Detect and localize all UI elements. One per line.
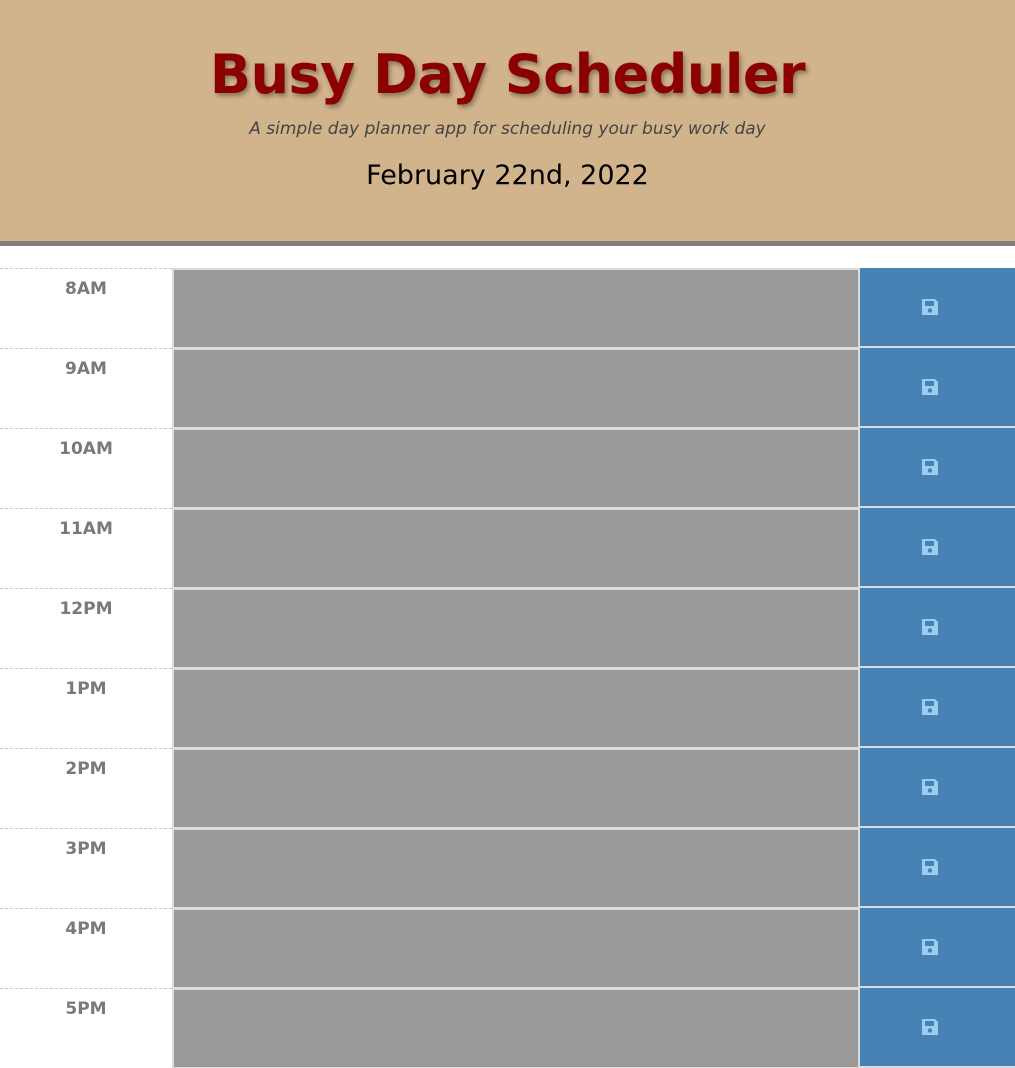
floppy-disk-icon: [922, 619, 938, 635]
event-description-input[interactable]: [172, 668, 860, 748]
floppy-disk-icon: [922, 379, 938, 395]
save-button[interactable]: [860, 428, 1015, 508]
save-button[interactable]: [860, 828, 1015, 908]
save-button[interactable]: [860, 348, 1015, 428]
page-subtitle: A simple day planner app for scheduling …: [249, 119, 766, 139]
hour-label: 1PM: [0, 668, 172, 748]
hour-label: 2PM: [0, 748, 172, 828]
save-button[interactable]: [860, 588, 1015, 668]
hour-label: 12PM: [0, 588, 172, 668]
event-description-input[interactable]: [172, 508, 860, 588]
event-description-input[interactable]: [172, 348, 860, 428]
floppy-disk-icon: [922, 459, 938, 475]
floppy-disk-icon: [922, 939, 938, 955]
hour-label: 9AM: [0, 348, 172, 428]
event-description-input[interactable]: [172, 988, 860, 1068]
schedule: 8AM 9AM 10AM 11AM 12PM 1PM 2PM 3PM 4PM 5…: [0, 268, 1015, 1068]
hour-label: 4PM: [0, 908, 172, 988]
hour-label: 11AM: [0, 508, 172, 588]
floppy-disk-icon: [922, 1019, 938, 1035]
floppy-disk-icon: [922, 539, 938, 555]
time-block: 8AM: [0, 268, 1015, 348]
header: Busy Day Scheduler A simple day planner …: [0, 0, 1015, 246]
current-date: February 22nd, 2022: [366, 160, 649, 191]
time-block: 11AM: [0, 508, 1015, 588]
time-block: 4PM: [0, 908, 1015, 988]
floppy-disk-icon: [922, 699, 938, 715]
time-block: 1PM: [0, 668, 1015, 748]
time-block: 2PM: [0, 748, 1015, 828]
time-block: 12PM: [0, 588, 1015, 668]
floppy-disk-icon: [922, 859, 938, 875]
floppy-disk-icon: [922, 299, 938, 315]
save-button[interactable]: [860, 268, 1015, 348]
time-block: 5PM: [0, 988, 1015, 1068]
time-block: 9AM: [0, 348, 1015, 428]
time-block: 3PM: [0, 828, 1015, 908]
page-title: Busy Day Scheduler: [209, 43, 806, 106]
save-button[interactable]: [860, 668, 1015, 748]
event-description-input[interactable]: [172, 428, 860, 508]
event-description-input[interactable]: [172, 828, 860, 908]
hour-label: 8AM: [0, 268, 172, 348]
floppy-disk-icon: [922, 779, 938, 795]
hour-label: 10AM: [0, 428, 172, 508]
time-block: 10AM: [0, 428, 1015, 508]
save-button[interactable]: [860, 748, 1015, 828]
save-button[interactable]: [860, 908, 1015, 988]
save-button[interactable]: [860, 508, 1015, 588]
event-description-input[interactable]: [172, 588, 860, 668]
event-description-input[interactable]: [172, 908, 860, 988]
event-description-input[interactable]: [172, 748, 860, 828]
save-button[interactable]: [860, 988, 1015, 1068]
hour-label: 5PM: [0, 988, 172, 1068]
event-description-input[interactable]: [172, 268, 860, 348]
hour-label: 3PM: [0, 828, 172, 908]
